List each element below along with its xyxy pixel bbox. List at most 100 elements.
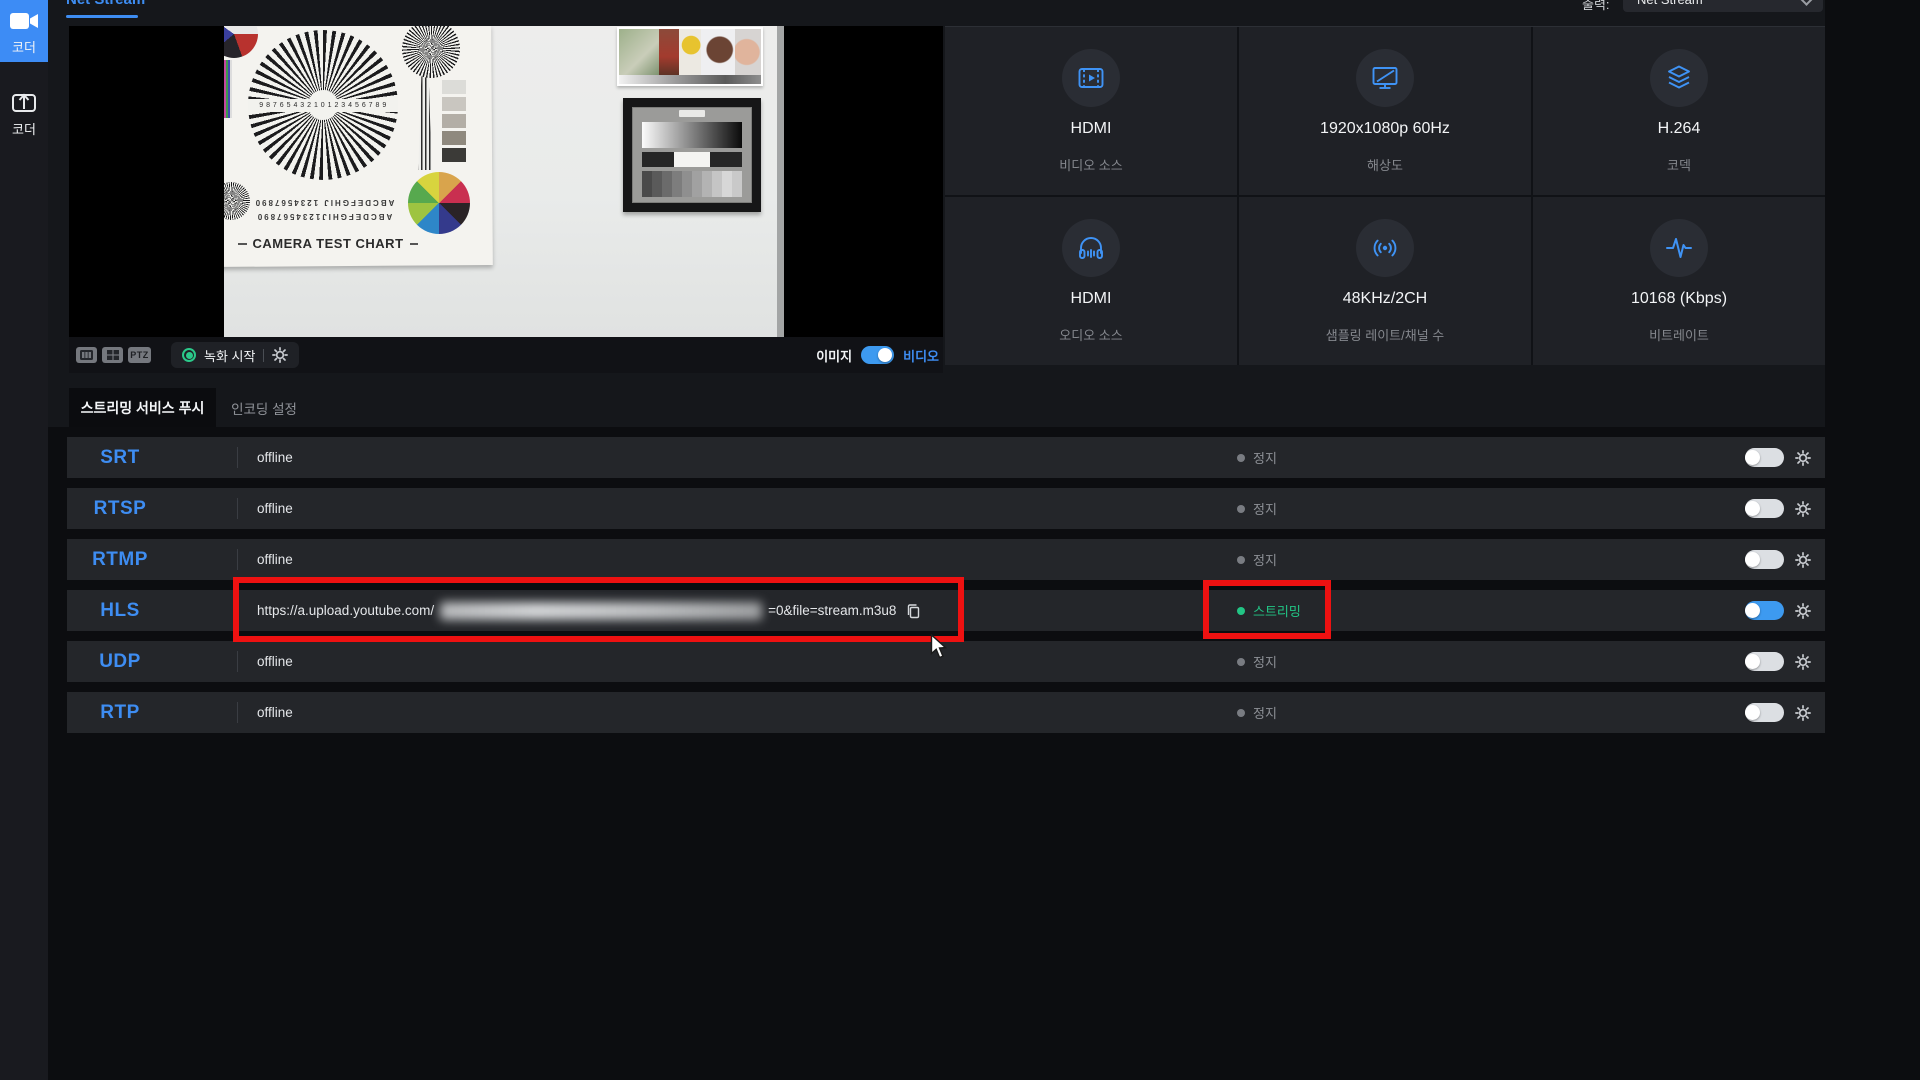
color-wheel (408, 172, 470, 234)
output-selected-value: Net Stream (1637, 0, 1802, 7)
tab-encoding-settings[interactable]: 인코딩 설정 (216, 388, 312, 427)
rtmp-enable-toggle[interactable] (1745, 550, 1784, 569)
protocol-label: HLS (100, 599, 140, 621)
video-source-label: 비디오 소스 (1059, 157, 1123, 173)
film-play-icon (1062, 48, 1120, 107)
info-panel-sampling: 48KHz/2CH 샘플링 레이트/채널 수 (1239, 197, 1531, 365)
stream-info-grid: HDMI 비디오 소스 1920x1080p 60Hz 해상도 H.264 코덱… (945, 26, 1825, 365)
sampling-value: 48KHz/2CH (1342, 289, 1428, 307)
audio-source-label: 오디오 소스 (1059, 327, 1123, 343)
codec-label: 코덱 (1667, 157, 1691, 173)
service-row-rtp: RTP offline 정지 (67, 692, 1825, 733)
tab-streaming-service-push[interactable]: 스트리밍 서비스 푸시 (69, 388, 216, 427)
record-start-button[interactable]: 녹화 시작 (204, 346, 255, 365)
service-info: offline (257, 450, 293, 465)
chevron-down-icon (1800, 0, 1813, 6)
output-control: 출력: Net Stream (1582, 0, 1823, 14)
poster-letters-row2: ABCDEFGHIJ1234567890 (255, 212, 393, 221)
sidebar: 코더 코더 (0, 0, 48, 1080)
preview-control-bar: PTZ 녹화 시작 이미지 비디오 (69, 337, 943, 373)
info-panel-video-source: HDMI 비디오 소스 (945, 27, 1237, 195)
image-video-toggle[interactable] (861, 346, 895, 364)
status-dot (1237, 453, 1245, 462)
hls-enable-toggle[interactable] (1745, 601, 1784, 620)
sidebar-item-decoder[interactable]: 코더 (0, 82, 48, 140)
protocol-label: RTMP (92, 548, 148, 570)
info-panel-audio-source: HDMI 오디오 소스 (945, 197, 1237, 365)
status-dot (1237, 555, 1245, 564)
service-info: offline (257, 705, 293, 720)
layout-grid-button[interactable] (102, 347, 123, 363)
video-label: 비디오 (903, 348, 939, 364)
info-panel-resolution: 1920x1080p 60Hz 해상도 (1239, 27, 1531, 195)
layout-columns-button[interactable] (76, 347, 97, 363)
waveform-icon (1650, 218, 1708, 277)
headphones-icon (1062, 218, 1120, 277)
video-camera-icon (10, 13, 38, 29)
image-video-switch: 이미지 비디오 (816, 346, 939, 365)
codec-value: H.264 (1657, 119, 1701, 137)
status-badge: 정지 (1237, 641, 1277, 682)
audio-source-value: HDMI (1070, 289, 1112, 307)
video-preview[interactable]: 9 8 7 6 5 4 3 2 1 0 1 2 3 4 5 6 7 8 9 AB… (69, 26, 943, 337)
mouse-cursor (930, 633, 949, 665)
record-settings-gear-icon[interactable] (272, 347, 289, 363)
status-dot (1237, 504, 1245, 513)
sidebar-item-label: 코더 (12, 40, 36, 55)
service-info: offline (257, 654, 293, 669)
rtmp-settings-gear-icon[interactable] (1795, 552, 1811, 568)
framed-grayscale-chart (623, 98, 761, 212)
annotation-box-streaming-status (1203, 580, 1331, 639)
status-badge: 정지 (1237, 692, 1277, 733)
output-select[interactable]: Net Stream (1623, 0, 1823, 12)
camera-feed: 9 8 7 6 5 4 3 2 1 0 1 2 3 4 5 6 7 8 9 AB… (224, 26, 784, 337)
rtp-enable-toggle[interactable] (1745, 703, 1784, 722)
bitrate-label: 비트레이트 (1649, 327, 1709, 343)
protocol-label: SRT (100, 446, 140, 468)
tab-net-stream[interactable]: Net Stream (66, 0, 145, 8)
bitrate-value: 10168 (Kbps) (1630, 289, 1728, 307)
service-row-srt: SRT offline 정지 (67, 437, 1825, 478)
status-dot (1237, 708, 1245, 717)
srt-settings-gear-icon[interactable] (1795, 450, 1811, 466)
srt-enable-toggle[interactable] (1745, 448, 1784, 467)
protocol-label: RTP (100, 701, 140, 723)
rtp-settings-gear-icon[interactable] (1795, 705, 1811, 721)
wall-shadow-edge (777, 26, 784, 337)
service-row-rtsp: RTSP offline 정지 (67, 488, 1825, 529)
sampling-label: 샘플링 레이트/채널 수 (1325, 327, 1445, 343)
upload-box-icon (12, 93, 36, 112)
photo-collage (617, 27, 763, 86)
layers-icon (1650, 48, 1708, 107)
status-badge: 정지 (1237, 488, 1277, 529)
ptz-button[interactable]: PTZ (128, 347, 151, 363)
info-panel-codec: H.264 코덱 (1533, 27, 1825, 195)
image-label: 이미지 (816, 348, 853, 364)
broadcast-icon (1356, 218, 1414, 277)
rtsp-enable-toggle[interactable] (1745, 499, 1784, 518)
output-label: 출력: (1582, 0, 1610, 12)
service-row-rtmp: RTMP offline 정지 (67, 539, 1825, 580)
udp-settings-gear-icon[interactable] (1795, 654, 1811, 670)
service-info: offline (257, 501, 293, 516)
hls-settings-gear-icon[interactable] (1795, 603, 1811, 619)
star-scale-numbers: 9 8 7 6 5 4 3 2 1 0 1 2 3 4 5 6 7 8 9 (259, 102, 387, 109)
protocol-label: UDP (99, 650, 141, 672)
poster-title: CAMERA TEST CHART (252, 236, 404, 251)
grayscale-steps (442, 80, 466, 165)
udp-enable-toggle[interactable] (1745, 652, 1784, 671)
color-strips (224, 60, 232, 118)
video-source-value: HDMI (1070, 119, 1112, 137)
rtsp-settings-gear-icon[interactable] (1795, 501, 1811, 517)
annotation-box-hls-url (233, 577, 964, 642)
resolution-value: 1920x1080p 60Hz (1320, 119, 1450, 137)
resolution-label: 해상도 (1367, 157, 1403, 173)
sidebar-item-encoder[interactable]: 코더 (0, 0, 48, 62)
sidebar-item-label: 코더 (12, 122, 36, 137)
record-control-group: 녹화 시작 (171, 342, 300, 368)
tab-active-underline (66, 15, 138, 18)
info-panel-bitrate: 10168 (Kbps) 비트레이트 (1533, 197, 1825, 365)
service-info: offline (257, 552, 293, 567)
status-dot (1237, 657, 1245, 666)
record-icon (182, 348, 196, 362)
